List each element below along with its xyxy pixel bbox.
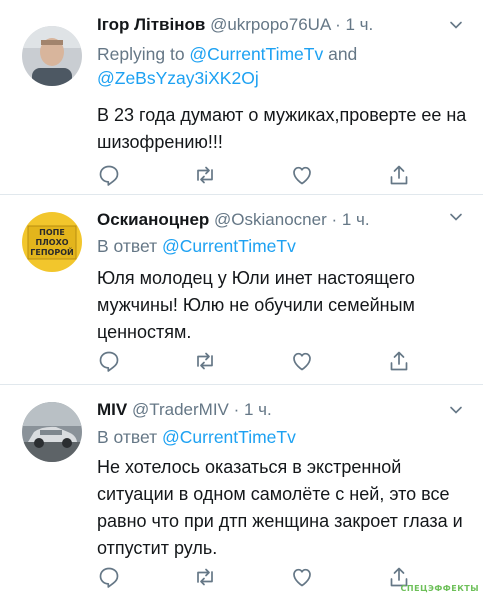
avatar-sign-line: ПЛОХО bbox=[35, 238, 69, 247]
tweet-header: Оскианоцнер @Oskianocner · 1 ч. bbox=[97, 209, 453, 231]
share-icon[interactable] bbox=[387, 349, 411, 373]
display-name[interactable]: Оскианоцнер bbox=[97, 210, 209, 229]
avatar-sign-line: ГЕПОРОЙ bbox=[30, 248, 74, 257]
avatar[interactable] bbox=[22, 26, 82, 86]
avatar[interactable]: ПОПЕ ПЛОХО ГЕПОРОЙ bbox=[22, 212, 82, 272]
reply-context: Replying to @CurrentTimeTv and @ZeBsYzay… bbox=[97, 42, 473, 90]
timestamp[interactable]: · 1 ч. bbox=[234, 400, 272, 419]
chevron-down-icon[interactable] bbox=[449, 18, 463, 32]
reply-context: В ответ @CurrentTimeTv bbox=[97, 425, 473, 449]
avatar[interactable] bbox=[22, 402, 82, 462]
timestamp[interactable]: · 1 ч. bbox=[331, 210, 369, 229]
tweet-actions bbox=[97, 163, 427, 187]
reply-and: and bbox=[323, 44, 358, 64]
like-icon[interactable] bbox=[290, 163, 314, 187]
avatar-sign-line: ПОПЕ bbox=[39, 228, 65, 237]
reply-icon[interactable] bbox=[97, 565, 121, 589]
tweet-header: Ігор Літвінов @ukrpopo76UA · 1 ч. bbox=[97, 14, 453, 36]
reply-prefix: В ответ bbox=[97, 236, 163, 256]
tweet-header: MIV @TraderMIV · 1 ч. bbox=[97, 399, 453, 421]
tweet-1[interactable]: Ігор Літвінов @ukrpopo76UA · 1 ч. Replyi… bbox=[0, 0, 483, 195]
tweet-text: В 23 года думают о мужиках,проверте ее н… bbox=[97, 105, 467, 152]
display-name[interactable]: MIV bbox=[97, 400, 127, 419]
chevron-down-icon[interactable] bbox=[449, 403, 463, 417]
tweet-text: Не хотелось оказаться в экстренной ситуа… bbox=[97, 457, 463, 558]
retweet-icon[interactable] bbox=[193, 163, 217, 187]
tweet-actions bbox=[97, 349, 427, 373]
watermark-logo: СПЕЦЭФФЕКТЫ bbox=[400, 584, 479, 593]
user-handle[interactable]: @ukrpopo76UA bbox=[210, 15, 330, 34]
avatar-photo bbox=[22, 26, 82, 86]
tweet-2[interactable]: ПОПЕ ПЛОХО ГЕПОРОЙ Оскианоцнер @Oskianoc… bbox=[0, 195, 483, 385]
tweet-3[interactable]: MIV @TraderMIV · 1 ч. В ответ @CurrentTi… bbox=[0, 385, 483, 597]
mention-link[interactable]: @ZeBsYzay3iXK2Oj bbox=[97, 68, 259, 88]
avatar-sign-text: ПОПЕ ПЛОХО ГЕПОРОЙ bbox=[22, 228, 82, 258]
retweet-icon[interactable] bbox=[193, 565, 217, 589]
tweet-actions bbox=[97, 565, 427, 589]
mention-link[interactable]: @CurrentTimeTv bbox=[162, 427, 296, 447]
reply-icon[interactable] bbox=[97, 349, 121, 373]
avatar-car-photo bbox=[22, 402, 82, 462]
reply-icon[interactable] bbox=[97, 163, 121, 187]
display-name[interactable]: Ігор Літвінов bbox=[97, 15, 205, 34]
mention-link[interactable]: @CurrentTimeTv bbox=[189, 44, 323, 64]
mention-link[interactable]: @CurrentTimeTv bbox=[162, 236, 296, 256]
user-handle[interactable]: @TraderMIV bbox=[132, 400, 229, 419]
timestamp[interactable]: · 1 ч. bbox=[335, 15, 373, 34]
like-icon[interactable] bbox=[290, 349, 314, 373]
user-handle[interactable]: @Oskianocner bbox=[214, 210, 327, 229]
reply-prefix: В ответ bbox=[97, 427, 163, 447]
reply-context: В ответ @CurrentTimeTv bbox=[97, 234, 473, 258]
reply-prefix: Replying to bbox=[97, 44, 190, 64]
like-icon[interactable] bbox=[290, 565, 314, 589]
retweet-icon[interactable] bbox=[193, 349, 217, 373]
share-icon[interactable] bbox=[387, 163, 411, 187]
chevron-down-icon[interactable] bbox=[449, 210, 463, 224]
tweet-text: Юля молодец у Юли инет настоящего мужчин… bbox=[97, 268, 415, 342]
